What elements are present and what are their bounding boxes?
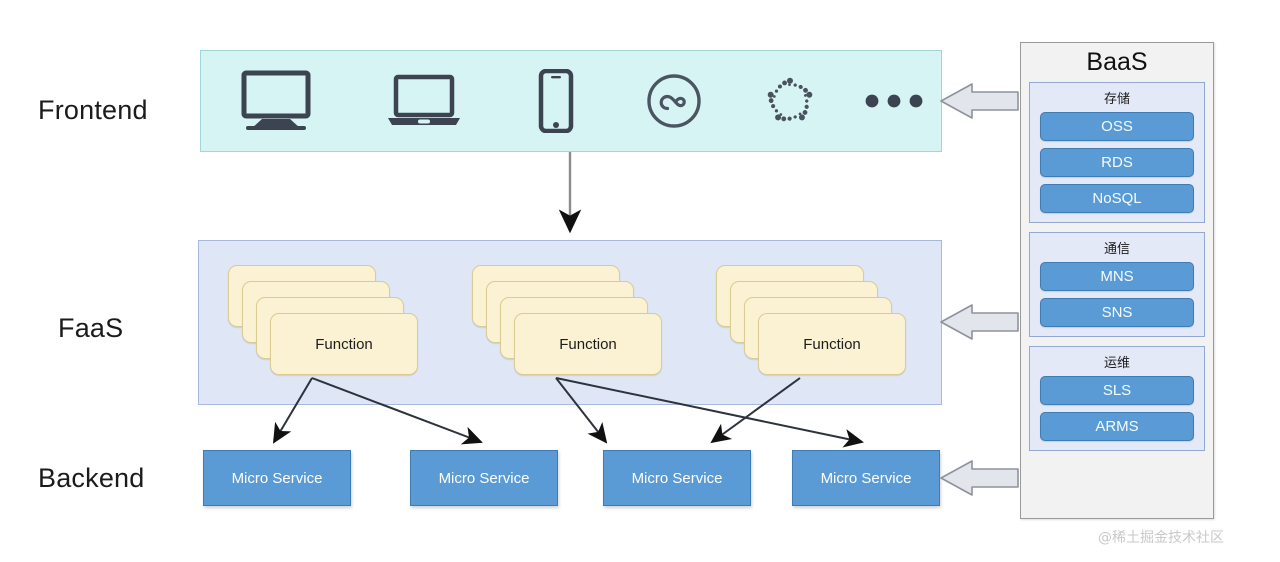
micro-service-box[interactable]: Micro Service [410,450,558,506]
frontend-more-indicator [849,93,939,109]
baas-item-sls[interactable]: SLS [1040,376,1194,405]
baas-group-title: 存储 [1103,92,1130,107]
smartphone-icon [538,69,574,133]
baas-title: BaaS [1086,48,1148,76]
baas-group-messaging: 通信 MNS SNS [1029,232,1205,337]
layer-label-backend: Backend [38,463,145,493]
baas-item-label: SNS [1101,304,1133,321]
function-card-front[interactable]: Function [270,313,418,375]
baas-item-label: NoSQL [1092,190,1142,207]
function-label: Function [315,335,373,353]
layer-label-frontend: Frontend [38,95,148,125]
arrow-baas-to-faas [940,304,1019,340]
desktop-monitor-icon [241,70,311,130]
ellipsis-icon [865,94,923,108]
micro-service-label: Micro Service [631,469,723,487]
baas-item-nosql[interactable]: NoSQL [1040,184,1194,213]
baas-item-label: SLS [1102,382,1132,399]
baas-item-rds[interactable]: RDS [1040,148,1194,177]
frontend-device-desktop [201,70,351,132]
baas-panel: BaaS 存储 OSS RDS NoSQL 通信 MNS SNS 运维 SLS … [1020,42,1214,519]
watermark: @稀土掘金技术社区 [1098,530,1224,546]
function-label: Function [803,335,861,353]
layer-label-faas: FaaS [58,313,124,343]
baas-item-sns[interactable]: SNS [1040,298,1194,327]
baas-group-storage: 存储 OSS RDS NoSQL [1029,82,1205,223]
micro-service-box[interactable]: Micro Service [203,450,351,506]
baas-group-title: 通信 [1103,242,1130,257]
function-card-front[interactable]: Function [514,313,662,375]
baas-group-title: 运维 [1103,356,1130,371]
frontend-device-alipay-miniprogram [731,72,849,130]
function-label: Function [559,335,617,353]
frontend-device-wechat-miniprogram [616,72,731,130]
function-stack[interactable]: Function [472,265,662,375]
baas-item-label: OSS [1101,118,1133,135]
wechat-miniprogram-icon [646,74,701,128]
baas-item-arms[interactable]: ARMS [1040,412,1194,441]
micro-service-label: Micro Service [231,469,323,487]
micro-service-label: Micro Service [438,469,530,487]
function-card-front[interactable]: Function [758,313,906,375]
function-stack[interactable]: Function [228,265,418,375]
baas-item-oss[interactable]: OSS [1040,112,1194,141]
baas-item-label: RDS [1101,154,1133,171]
baas-item-label: MNS [1100,268,1134,285]
alipay-miniprogram-icon [767,77,813,122]
baas-item-mns[interactable]: MNS [1040,262,1194,291]
micro-service-box[interactable]: Micro Service [792,450,940,506]
laptop-icon [387,74,460,125]
baas-item-label: ARMS [1095,418,1139,435]
frontend-layer-container [200,50,942,152]
micro-service-box[interactable]: Micro Service [603,450,751,506]
arrow-baas-to-backend [940,460,1019,496]
micro-service-label: Micro Service [820,469,912,487]
arrow-baas-to-frontend [940,83,1019,119]
frontend-device-laptop [351,74,496,128]
function-stack[interactable]: Function [716,265,906,375]
baas-group-operations: 运维 SLS ARMS [1029,346,1205,451]
diagram-canvas: Frontend FaaS Backend Function Function … [0,0,1280,562]
frontend-device-smartphone [496,69,616,133]
